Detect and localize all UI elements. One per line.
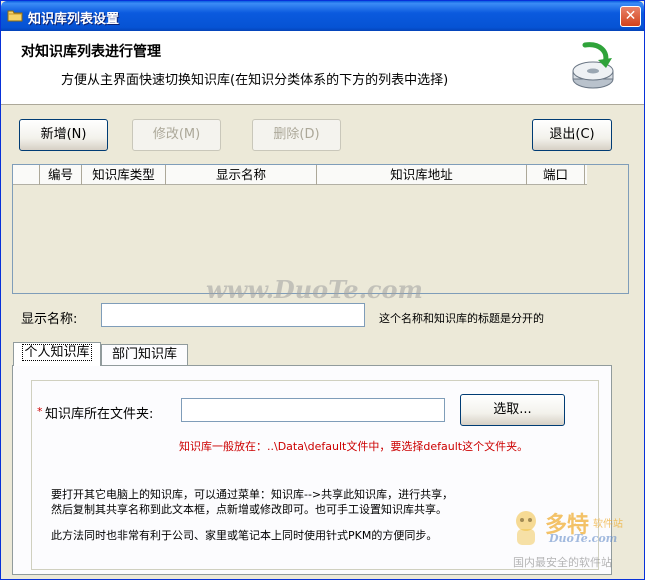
column-header-id[interactable]: 编号 [40,165,82,185]
delete-button[interactable]: 删除(D) [252,119,341,151]
column-header-blank[interactable] [13,165,40,185]
watermark-brand-suffix: 软件站 [593,519,623,530]
help-text-line-2: 然后复制其共享名称到此文本框，点新增或修改即可。也可手工设置知识库共享。 [51,503,447,516]
required-mark: * [37,405,43,418]
header-panel: 对知识库列表进行管理 方便从主界面快速切换知识库(在知识分类体系的下方的列表中选… [1,31,644,105]
add-button[interactable]: 新增(N) [19,119,108,151]
title-bar[interactable]: 知识库列表设置 ✕ [1,1,644,31]
edit-button[interactable]: 修改(M) [132,119,221,151]
folder-icon [7,10,23,22]
column-header-address[interactable]: 知识库地址 [317,165,527,185]
close-icon: ✕ [624,8,637,24]
tab-personal[interactable]: 个人知识库 [13,342,101,366]
column-header-type[interactable]: 知识库类型 [82,165,166,185]
mascot-icon [516,511,536,545]
column-header-port[interactable]: 端口 [527,165,585,185]
help-text-line-3: 此方法同时也非常有利于公司、家里或笔记本上同时使用针式PKM的方便同步。 [51,529,438,542]
display-name-label: 显示名称: [21,312,78,327]
folder-label: 知识库所在文件夹: [45,407,154,422]
tab-department-label: 部门知识库 [111,347,177,362]
column-header-display-name[interactable]: 显示名称 [166,165,317,185]
watermark-domain: DuoTe.com [549,532,618,545]
close-button[interactable]: ✕ [620,6,641,27]
list-header: 编号 知识库类型 显示名称 知识库地址 端口 [13,165,587,185]
browse-button[interactable]: 选取... [460,394,565,426]
tab-personal-label: 个人知识库 [22,344,92,361]
page-subtitle: 方便从主界面快速切换知识库(在知识分类体系的下方的列表中选择) [61,73,449,88]
display-name-hint: 这个名称和知识库的标题是分开的 [379,312,544,325]
watermark-site: www.DuoTe.com [206,275,423,304]
window-title: 知识库列表设置 [28,12,120,27]
disk-sync-icon [572,42,614,89]
help-text-line-1: 要打开其它电脑上的知识库，可以通过菜单：知识库-->共享此知识库，进行共享， [51,488,454,501]
folder-input[interactable] [181,398,445,422]
display-name-input[interactable] [101,303,365,327]
watermark-slogan: 国内最安全的软件站 [513,556,612,569]
exit-button[interactable]: 退出(C) [532,119,612,151]
page-title: 对知识库列表进行管理 [21,44,161,60]
tab-department[interactable]: 部门知识库 [101,344,188,366]
dialog-window: 知识库列表设置 ✕ 对知识库列表进行管理 方便从主界面快速切换知识库(在知识分类… [0,0,645,580]
folder-tip: 知识库一般放在：..\Data\default文件中，要选择default这个文… [179,440,529,453]
